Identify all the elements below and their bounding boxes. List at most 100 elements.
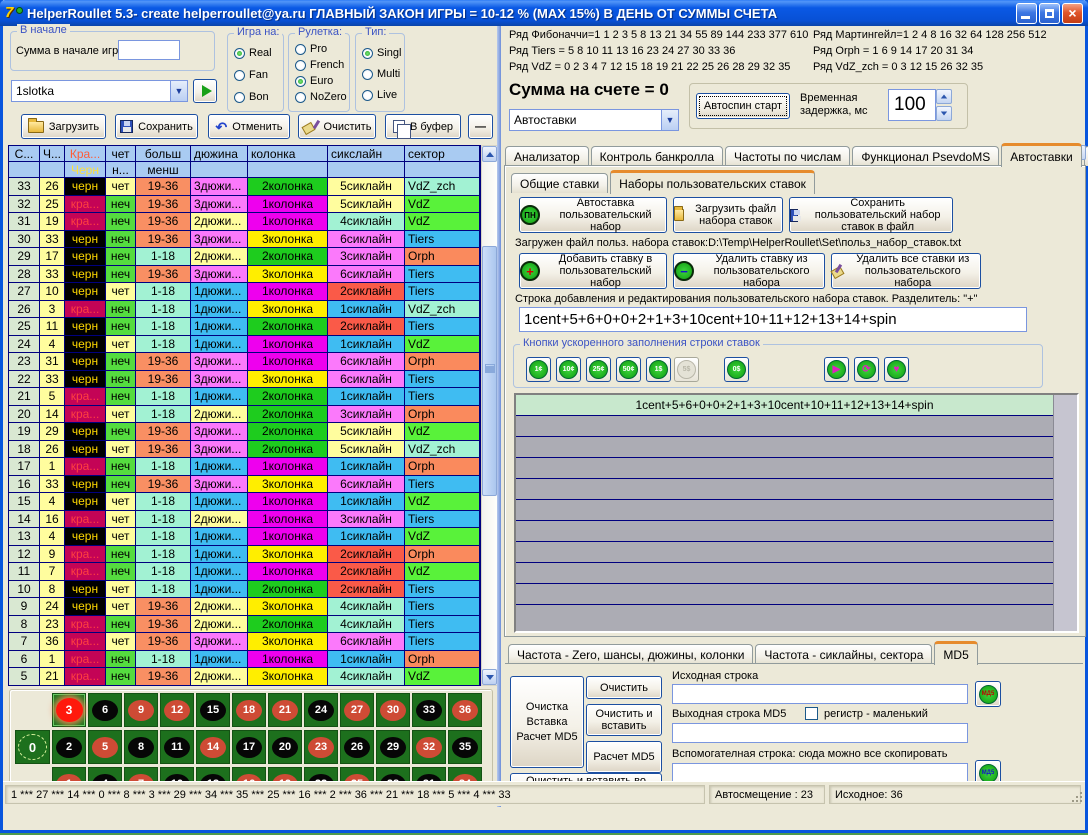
start-sum-input[interactable] [118, 40, 180, 60]
roulette-cell-0[interactable]: 0 [15, 730, 50, 764]
play-button[interactable] [193, 79, 217, 103]
history-row[interactable]: 823кра...неч19-362дюжи...2колонка4сиклай… [9, 616, 480, 634]
tab-main-контроль-банкролла[interactable]: Контроль банкролла [591, 146, 723, 166]
tab-sub-наборы-пользовательских-ставок[interactable]: Наборы пользовательских ставок [610, 170, 815, 194]
case-checkbox[interactable] [805, 707, 818, 720]
history-row[interactable]: 2833черннеч19-363дюжи...3колонка6сиклайн… [9, 266, 480, 284]
bet-list-row[interactable] [516, 416, 1053, 437]
radio-type-multi[interactable]: Multi [362, 68, 400, 80]
bet-list-scroll-strip[interactable] [1053, 395, 1077, 631]
roulette-cell-3[interactable]: 3 [52, 693, 86, 727]
history-row[interactable]: 1416кра...чет1-182дюжи...1колонка3сиклай… [9, 511, 480, 529]
roulette-cell-11[interactable]: 11 [160, 730, 194, 764]
bet-list-row[interactable] [516, 500, 1053, 521]
tab-bottom-частота-zero-шансы-дюжины-колонки[interactable]: Частота - Zero, шансы, дюжины, колонки [508, 644, 753, 664]
radio-roulette-french[interactable]: French [295, 59, 344, 71]
chevron-down-icon[interactable]: ▼ [170, 81, 187, 101]
md5-aux-input[interactable] [672, 763, 968, 783]
history-row[interactable]: 2233черннеч19-363дюжи...3колонка6сиклайн… [9, 371, 480, 389]
history-row[interactable]: 2331черннеч19-363дюжи...1колонка6сиклайн… [9, 353, 480, 371]
roulette-cell-32[interactable]: 32 [412, 730, 446, 764]
clear-button[interactable]: Очистить [298, 114, 376, 139]
roulette-cell-23[interactable]: 23 [304, 730, 338, 764]
quick-bet-button-play[interactable]: ▶ [824, 357, 849, 382]
md5-clear-button[interactable]: Очистить [586, 676, 662, 699]
history-row[interactable]: 521кра...неч19-362дюжи...3колонка4сиклай… [9, 668, 480, 686]
history-row[interactable]: 1826чернчет19-363дюжи...2колонка5сиклайн… [9, 441, 480, 459]
scrollbar-thumb[interactable] [482, 246, 497, 496]
preset-combo[interactable]: 1slotka ▼ [11, 80, 188, 102]
autostake-set-button[interactable]: ПН Автоставка пользовательский набор [519, 197, 667, 233]
radio-roulette-euro[interactable]: Euro [295, 75, 333, 87]
history-row[interactable]: 134чернчет1-181дюжи...1колонка1сиклайнVd… [9, 528, 480, 546]
bet-list-row[interactable]: 1cent+5+6+0+0+2+1+3+10cent+10+11+12+13+1… [516, 395, 1053, 416]
roulette-cell-14[interactable]: 14 [196, 730, 230, 764]
remove-bet-button[interactable]: − Удалить ставку из пользовательского на… [673, 253, 825, 289]
history-row[interactable]: 154чернчет1-181дюжи...1колонка1сиклайнVd… [9, 493, 480, 511]
roulette-cell-8[interactable]: 8 [124, 730, 158, 764]
md5-out-input[interactable] [672, 723, 968, 743]
radio-type-singl[interactable]: Singl [362, 47, 401, 59]
history-row[interactable]: 1633черннеч19-363дюжи...3колонка6сиклайн… [9, 476, 480, 494]
radio-game-fan[interactable]: Fan [234, 69, 268, 81]
quick-bet-button-50c[interactable]: 50¢ [616, 357, 641, 382]
roulette-cell-26[interactable]: 26 [340, 730, 374, 764]
tab-bottom-частота-сиклайны-сектора[interactable]: Частота - сиклайны, сектора [755, 644, 932, 664]
roulette-cell-29[interactable]: 29 [376, 730, 410, 764]
roulette-cell-12[interactable]: 12 [160, 693, 194, 727]
collapse-button[interactable]: — [468, 114, 493, 139]
history-row[interactable]: 215кра...неч1-181дюжи...2колонка1сиклайн… [9, 388, 480, 406]
tab-main-частоты-по-числам[interactable]: Частоты по числам [725, 146, 850, 166]
history-row[interactable]: 3033черннеч19-363дюжи...3колонка6сиклайн… [9, 231, 480, 249]
close-button[interactable]: × [1062, 3, 1083, 24]
quick-bet-button-5d[interactable]: 5$ [674, 357, 699, 382]
save-bets-file-button[interactable]: Сохранить пользовательский набор ставок … [789, 197, 953, 233]
history-row[interactable]: 129кра...неч1-181дюжи...3колонка2сиклайн… [9, 546, 480, 564]
quick-bet-button-spin[interactable]: ♥ [884, 357, 909, 382]
roulette-cell-27[interactable]: 27 [340, 693, 374, 727]
quick-bet-button-10c[interactable]: 10¢ [556, 357, 581, 382]
delay-value[interactable]: 100 [888, 89, 936, 121]
spinner-up-icon[interactable] [936, 89, 952, 104]
history-row[interactable]: 924чернчет19-362дюжи...3колонка4сиклайнT… [9, 598, 480, 616]
history-row[interactable]: 2511черннеч1-181дюжи...2колонка2сиклайнT… [9, 318, 480, 336]
history-row[interactable]: 263кра...неч1-181дюжи...3колонка1сиклайн… [9, 301, 480, 319]
quick-bet-button-1c[interactable]: 1¢ [526, 357, 551, 382]
load-button[interactable]: Загрузить [21, 114, 106, 139]
history-row[interactable]: 3326чернчет19-363дюжи...2колонка5сиклайн… [9, 178, 480, 196]
roulette-cell-9[interactable]: 9 [124, 693, 158, 727]
scroll-down-icon[interactable] [482, 669, 497, 685]
bet-list[interactable]: 1cent+5+6+0+0+2+1+3+10cent+10+11+12+13+1… [514, 393, 1079, 633]
table-scrollbar[interactable] [481, 145, 498, 686]
history-row[interactable]: 108чернчет1-181дюжи...2колонка2сиклайнTi… [9, 581, 480, 599]
radio-type-live[interactable]: Live [362, 89, 397, 101]
resize-grip[interactable] [1070, 790, 1083, 803]
roulette-cell-35[interactable]: 35 [448, 730, 482, 764]
load-bets-file-button[interactable]: Загрузить файл набора ставок [673, 197, 783, 233]
history-row[interactable]: 2014кра...чет1-182дюжи...2колонка3сиклай… [9, 406, 480, 424]
autospin-start-button[interactable]: Автоспин старт [696, 93, 790, 119]
chevron-down-icon[interactable]: ▼ [661, 110, 678, 130]
roulette-cell-21[interactable]: 21 [268, 693, 302, 727]
bet-list-row[interactable] [516, 542, 1053, 563]
quick-bet-button-1d[interactable]: 1$ [646, 357, 671, 382]
roulette-cell-2[interactable]: 2 [52, 730, 86, 764]
history-row[interactable]: 1929черннеч19-363дюжи...2колонка5сиклайн… [9, 423, 480, 441]
copy-to-buffer-button[interactable]: В буфер [385, 114, 461, 139]
bet-list-row[interactable] [516, 437, 1053, 458]
tab-main-функционал-psevdoms[interactable]: Функционал PsevdoMS [852, 146, 999, 166]
spinner-down-icon[interactable] [936, 106, 952, 121]
roulette-cell-5[interactable]: 5 [88, 730, 122, 764]
md5-calc-button[interactable]: Расчет MD5 [586, 741, 662, 773]
quick-bet-button-25c[interactable]: 25¢ [586, 357, 611, 382]
history-row[interactable]: 61кра...неч1-181дюжи...1колонка1сиклайнO… [9, 651, 480, 669]
tab-main-автоставки[interactable]: Автоставки [1001, 143, 1082, 167]
md5-calc-icon-button[interactable]: МД5 [975, 681, 1001, 707]
maximize-button[interactable] [1039, 3, 1060, 24]
history-row[interactable]: 171кра...неч1-181дюжи...1колонка1сиклайн… [9, 458, 480, 476]
history-row[interactable]: 244чернчет1-181дюжи...1колонка1сиклайнVd… [9, 336, 480, 354]
remove-all-bets-button[interactable]: Удалить все ставки из пользовательского … [831, 253, 981, 289]
bet-list-row[interactable] [516, 458, 1053, 479]
history-row[interactable]: 736кра...чет19-363дюжи...3колонка6сиклай… [9, 633, 480, 651]
bet-list-row[interactable] [516, 521, 1053, 542]
